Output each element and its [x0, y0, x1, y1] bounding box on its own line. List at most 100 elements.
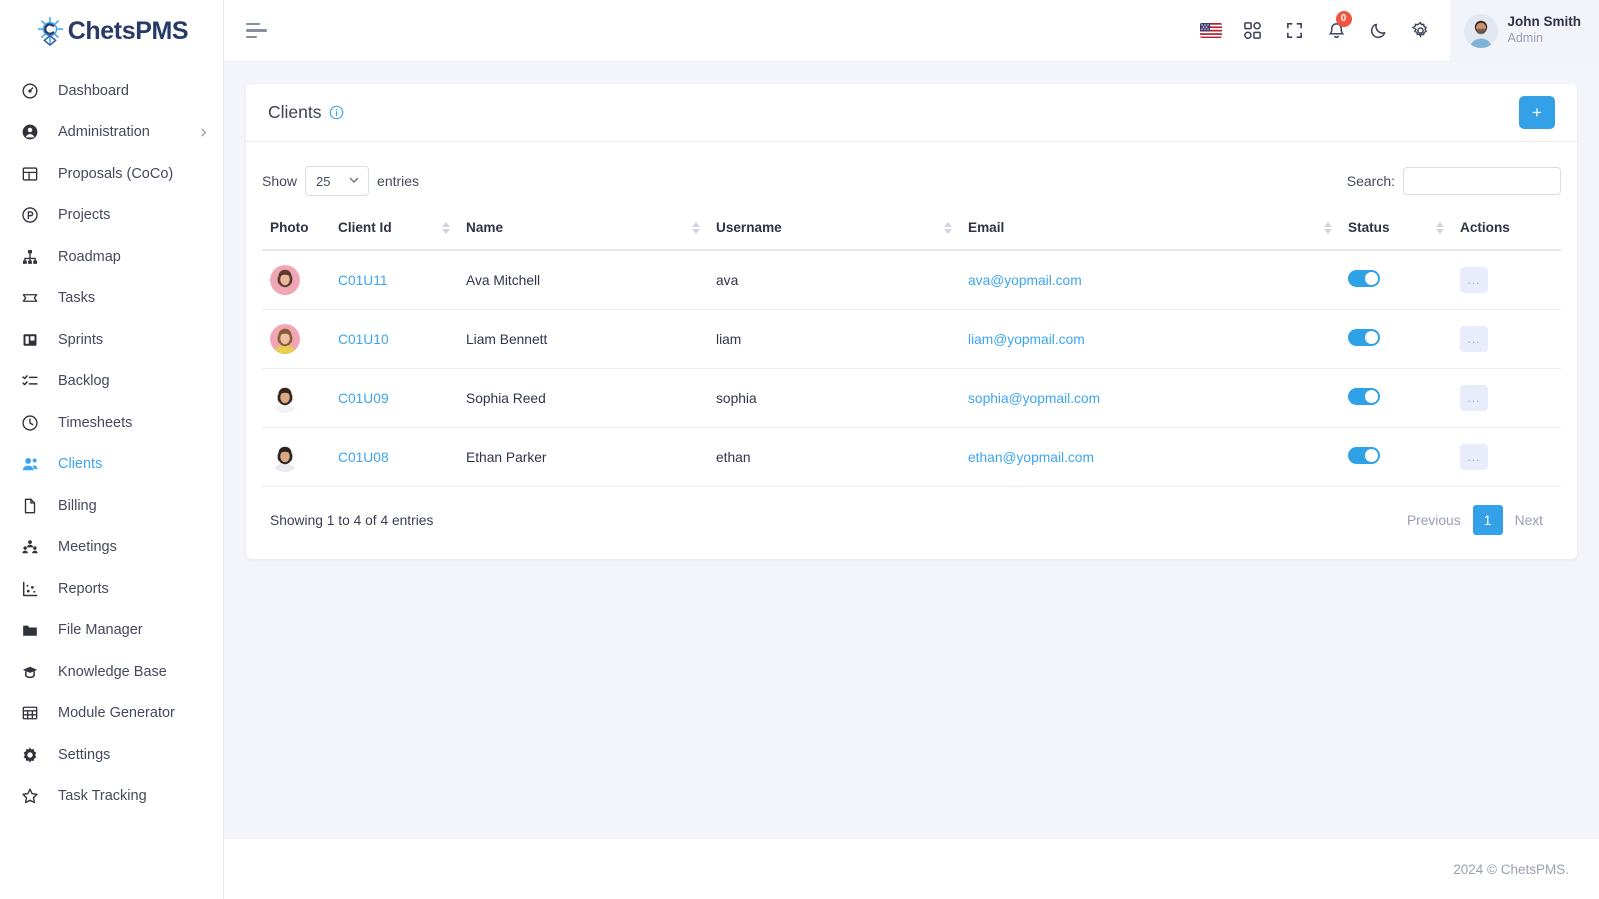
column-header-actions: Actions	[1452, 210, 1561, 251]
page-footer: 2024 © ChetsPMS.	[224, 839, 1599, 899]
cell-name: Ava Mitchell	[458, 250, 708, 310]
status-toggle[interactable]	[1348, 388, 1380, 405]
sidebar-item-dashboard[interactable]: Dashboard	[0, 70, 223, 112]
brand-logo[interactable]: ChetsPMS	[0, 0, 223, 62]
pagination-previous[interactable]: Previous	[1397, 505, 1471, 535]
row-actions-button[interactable]: ...	[1460, 385, 1488, 411]
page-length-select[interactable]: 102550100	[305, 166, 370, 196]
sidebar-item-label: Knowledge Base	[58, 663, 167, 680]
sidebar-item-label: Billing	[58, 497, 97, 514]
sidebar-item-module-generator[interactable]: Module Generator	[0, 693, 223, 735]
pagination-next[interactable]: Next	[1505, 505, 1553, 535]
sidebar-item-roadmap[interactable]: Roadmap	[0, 236, 223, 278]
client-email-link[interactable]: ethan@yopmail.com	[968, 450, 1094, 465]
table-body: C01U11 Ava Mitchell ava ava@yopmail.com... C…	[262, 250, 1561, 487]
settings-gear-icon[interactable]	[1400, 0, 1442, 62]
people-group-icon	[20, 537, 40, 557]
sidebar-item-billing[interactable]: Billing	[0, 485, 223, 527]
sidebar-item-task-tracking[interactable]: Task Tracking	[0, 776, 223, 818]
pagination-info: Showing 1 to 4 of 4 entries	[270, 512, 434, 528]
sidebar-item-clients[interactable]: Clients	[0, 444, 223, 486]
column-header-label: Name	[466, 220, 504, 235]
client-id-link[interactable]: C01U11	[338, 273, 388, 288]
sort-arrows-icon	[944, 221, 952, 234]
row-actions-button[interactable]: ...	[1460, 444, 1488, 470]
client-email-link[interactable]: sophia@yopmail.com	[968, 391, 1100, 406]
graduation-cap-icon	[20, 662, 40, 682]
language-flag-us-icon[interactable]	[1190, 0, 1232, 62]
cell-status	[1340, 368, 1452, 428]
pagination-page-1[interactable]: 1	[1472, 505, 1503, 535]
notification-badge: 0	[1335, 10, 1352, 27]
speedometer-icon	[20, 81, 40, 101]
column-header-label: Client Id	[338, 220, 392, 235]
notifications-bell-icon[interactable]: 0	[1316, 0, 1358, 62]
user-profile-menu[interactable]: John Smith Admin	[1449, 0, 1599, 62]
sidebar-item-tasks[interactable]: Tasks	[0, 278, 223, 320]
row-actions-button[interactable]: ...	[1460, 267, 1488, 293]
sidebar-item-meetings[interactable]: Meetings	[0, 527, 223, 569]
dark-mode-moon-icon[interactable]	[1358, 0, 1400, 62]
table-footer: Showing 1 to 4 of 4 entries Previous 1 N…	[262, 487, 1561, 549]
sidebar-item-file-manager[interactable]: File Manager	[0, 610, 223, 652]
sidebar-item-label: Reports	[58, 580, 109, 597]
sidebar-item-projects[interactable]: Projects	[0, 195, 223, 237]
status-toggle[interactable]	[1348, 270, 1380, 287]
cell-name: Ethan Parker	[458, 427, 708, 487]
sidebar-item-sprints[interactable]: Sprints	[0, 319, 223, 361]
cell-client-id: C01U09	[330, 368, 458, 428]
search-input[interactable]	[1403, 167, 1561, 195]
sidebar-item-label: Backlog	[58, 373, 110, 390]
sidebar-item-settings[interactable]: Settings	[0, 734, 223, 776]
apps-grid-icon[interactable]	[1232, 0, 1274, 62]
cell-photo	[262, 250, 330, 310]
main-area: 0 John Smith Admin Clients + Show 25 ent…	[224, 0, 1599, 899]
sidebar-item-administration[interactable]: Administration	[0, 112, 223, 154]
sidebar-item-label: Module Generator	[58, 705, 175, 722]
sidebar-nav: Dashboard Administration Proposals (CoCo) P…	[0, 62, 223, 817]
page-length-select-wrapper: 102550100	[305, 166, 370, 196]
column-header-name[interactable]: Name	[458, 210, 708, 251]
table-header: Photo Client Id Name Username Email Status Act…	[262, 210, 1561, 251]
sidebar-item-proposals-coco[interactable]: Proposals (CoCo)	[0, 153, 223, 195]
client-username: ava	[716, 272, 739, 288]
cell-email: ethan@yopmail.com	[960, 427, 1340, 487]
row-actions-button[interactable]: ...	[1460, 326, 1488, 352]
column-header-username[interactable]: Username	[708, 210, 960, 251]
sidebar-item-label: Settings	[58, 746, 111, 763]
status-toggle[interactable]	[1348, 447, 1380, 464]
client-name: Ava Mitchell	[466, 272, 541, 288]
cell-actions: ...	[1452, 368, 1561, 428]
sidebar-item-backlog[interactable]: Backlog	[0, 361, 223, 403]
card-header: Clients +	[246, 84, 1577, 142]
client-email-link[interactable]: ava@yopmail.com	[968, 273, 1082, 288]
cell-name: Sophia Reed	[458, 368, 708, 428]
info-circle-icon[interactable]	[329, 105, 344, 120]
sidebar-item-label: Tasks	[58, 290, 96, 307]
column-header-status[interactable]: Status	[1340, 210, 1452, 251]
client-id-link[interactable]: C01U08	[338, 450, 389, 465]
status-toggle[interactable]	[1348, 329, 1380, 346]
cell-email: liam@yopmail.com	[960, 309, 1340, 369]
sidebar-item-knowledge-base[interactable]: Knowledge Base	[0, 651, 223, 693]
column-header-label: Email	[968, 220, 1005, 235]
add-client-button[interactable]: +	[1519, 96, 1555, 129]
client-avatar	[270, 324, 300, 354]
client-name: Liam Bennett	[466, 331, 548, 347]
fullscreen-icon[interactable]	[1274, 0, 1316, 62]
client-username: sophia	[716, 390, 757, 406]
sidebar-item-label: Sprints	[58, 331, 104, 348]
client-id-link[interactable]: C01U09	[338, 391, 389, 406]
client-name: Sophia Reed	[466, 390, 546, 406]
sidebar-item-timesheets[interactable]: Timesheets	[0, 402, 223, 444]
sidebar-item-reports[interactable]: Reports	[0, 568, 223, 610]
cell-email: sophia@yopmail.com	[960, 368, 1340, 428]
column-header-client-id[interactable]: Client Id	[330, 210, 458, 251]
client-id-link[interactable]: C01U10	[338, 332, 389, 347]
column-header-photo: Photo	[262, 210, 330, 251]
hamburger-icon[interactable]	[244, 17, 269, 45]
client-email-link[interactable]: liam@yopmail.com	[968, 332, 1085, 347]
column-header-email[interactable]: Email	[960, 210, 1340, 251]
profile-text: John Smith Admin	[1508, 14, 1582, 47]
sidebar-item-label: Task Tracking	[58, 788, 147, 805]
